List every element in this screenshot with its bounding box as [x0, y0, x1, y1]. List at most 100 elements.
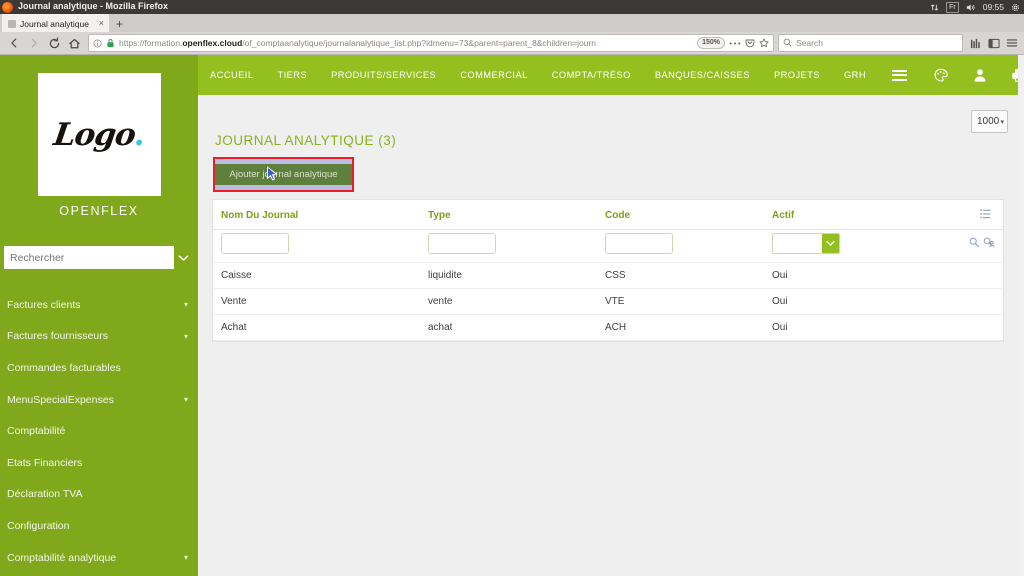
sidebar-brand: Logo. OPENFLEX [0, 55, 198, 218]
cell-code: ACH [597, 314, 764, 341]
search-icon[interactable] [969, 235, 980, 253]
hamburger-menu-icon[interactable] [878, 69, 921, 81]
sidebar-search[interactable] [4, 246, 192, 269]
filter-cell-nom [213, 229, 420, 263]
system-tray: Fr 09:55 [930, 0, 1020, 14]
address-bar[interactable]: https://formation.openflex.cloud/of_comp… [88, 34, 774, 52]
top-navigation: ACCUEIL TIERS PRODUITS/SERVICES COMMERCI… [198, 55, 1024, 95]
column-options-icon[interactable] [931, 200, 1003, 230]
page-actions-icon[interactable] [729, 41, 741, 46]
filter-actions-cell [931, 229, 1003, 263]
library-icon[interactable] [967, 33, 984, 53]
filter-select-actif[interactable] [772, 233, 840, 254]
network-icon[interactable] [930, 3, 939, 12]
journal-table: Nom Du Journal Type Code Actif Caisse li… [213, 200, 1003, 341]
column-header-actif[interactable]: Actif [764, 200, 931, 230]
volume-icon[interactable] [966, 3, 976, 12]
table-row[interactable]: Vente vente VTE Oui [213, 288, 1003, 315]
brand-name: OPENFLEX [59, 204, 139, 218]
logo-image: Logo. [51, 117, 147, 153]
clock[interactable]: 09:55 [983, 2, 1004, 12]
back-button[interactable] [4, 33, 24, 53]
per-page-select[interactable]: 1000 ▾ [971, 110, 1008, 133]
nav-item-commercial[interactable]: COMMERCIAL [448, 70, 540, 80]
page-info-icon[interactable] [93, 38, 102, 48]
cell-code: CSS [597, 262, 764, 289]
browser-search-bar[interactable]: Search [778, 34, 963, 52]
sidebar-item-label: MenuSpecialExpenses [7, 393, 114, 406]
new-tab-button[interactable]: + [109, 16, 130, 32]
nav-item-accueil[interactable]: ACCUEIL [198, 70, 265, 80]
sidebar-item-commandes-facturables[interactable]: Commandes facturables [0, 352, 198, 384]
search-person-icon[interactable] [983, 235, 995, 253]
app-menu-icon[interactable] [1003, 33, 1020, 53]
filter-input-code[interactable] [605, 233, 673, 254]
filter-cell-type [420, 229, 597, 263]
palette-icon[interactable] [921, 68, 961, 83]
sidebar-item-menuspecialexpenses[interactable]: MenuSpecialExpenses ▾ [0, 384, 198, 416]
chevron-down-icon: ▾ [1000, 118, 1004, 126]
chrome-right-buttons [963, 33, 1020, 53]
nav-item-grh[interactable]: GRH [832, 70, 878, 80]
lock-icon [106, 38, 115, 48]
logo-box: Logo. [37, 73, 161, 196]
gear-icon[interactable] [1011, 3, 1020, 12]
sidebar-item-comptabilite[interactable]: Comptabilité [0, 415, 198, 447]
cell-actif: Oui [764, 314, 931, 341]
page-scrollbar[interactable] [1018, 55, 1024, 576]
sidebar-item-label: Commandes facturables [7, 361, 121, 374]
sidebar-item-factures-clients[interactable]: Factures clients ▾ [0, 289, 198, 321]
url-text: https://formation.openflex.cloud/of_comp… [119, 38, 693, 48]
bookmark-star-icon[interactable] [759, 38, 769, 48]
sidebar-toggle-icon[interactable] [985, 33, 1002, 53]
cell-actions [931, 314, 1003, 341]
tab-strip: Journal analytique × + [0, 13, 1024, 32]
cell-actions [931, 262, 1003, 289]
sidebar-item-etats-financiers[interactable]: Etats Financiers [0, 447, 198, 479]
url-path: /of_comptaanalytique/journalanalytique_l… [242, 38, 597, 48]
sidebar-item-configuration[interactable]: Configuration [0, 510, 198, 542]
sidebar-item-declaration-tva[interactable]: Déclaration TVA [0, 479, 198, 511]
filter-input-type[interactable] [428, 233, 496, 254]
filter-cell-actif [764, 229, 931, 263]
sidebar-item-factures-fournisseurs[interactable]: Factures fournisseurs ▾ [0, 321, 198, 353]
tab-title: Journal analytique [20, 18, 89, 29]
zoom-level-badge[interactable]: 150% [697, 37, 725, 49]
filter-input-nom[interactable] [221, 233, 289, 254]
nav-item-banques-caisses[interactable]: BANQUES/CAISSES [643, 70, 762, 80]
sidebar-item-label: Configuration [7, 519, 70, 532]
sidebar-item-comptabilite-analytique[interactable]: Comptabilité analytique ▾ [0, 542, 198, 574]
sidebar-menu: Factures clients ▾ Factures fournisseurs… [0, 289, 198, 573]
nav-item-tiers[interactable]: TIERS [265, 70, 319, 80]
home-button[interactable] [64, 33, 84, 53]
pocket-icon[interactable] [745, 38, 755, 48]
browser-search-placeholder: Search [796, 38, 823, 48]
keyboard-layout-indicator[interactable]: Fr [946, 1, 959, 13]
sidebar-item-label: Factures fournisseurs [7, 330, 108, 343]
user-icon[interactable] [961, 68, 999, 83]
reload-button[interactable] [44, 33, 64, 53]
chevron-down-icon[interactable] [174, 246, 192, 269]
chevron-down-icon[interactable]: ▾ [184, 332, 188, 341]
table-row[interactable]: Achat achat ACH Oui [213, 314, 1003, 341]
chevron-down-icon[interactable]: ▾ [184, 553, 188, 562]
table-row[interactable]: Caisse liquidite CSS Oui [213, 262, 1003, 289]
column-header-type[interactable]: Type [420, 200, 597, 230]
filter-action-icons [969, 235, 995, 253]
page-title: JOURNAL ANALYTIQUE (3) [215, 133, 397, 148]
search-input[interactable] [4, 247, 174, 268]
column-header-nom[interactable]: Nom Du Journal [213, 200, 420, 230]
nav-item-produits-services[interactable]: PRODUITS/SERVICES [319, 70, 448, 80]
main-content: 1000 ▾ JOURNAL ANALYTIQUE (3) Ajouter jo… [198, 95, 1024, 576]
column-header-code[interactable]: Code [597, 200, 764, 230]
forward-button[interactable] [24, 33, 44, 53]
table-header-row: Nom Du Journal Type Code Actif [213, 200, 1003, 230]
chevron-down-icon[interactable]: ▾ [184, 395, 188, 404]
browser-tab[interactable]: Journal analytique × [2, 13, 109, 32]
nav-item-compta-treso[interactable]: COMPTA/TRÉSO [540, 70, 643, 80]
url-host: openflex.cloud [182, 38, 243, 48]
nav-item-projets[interactable]: PROJETS [762, 70, 832, 80]
app-sidebar: Logo. OPENFLEX Factures clients ▾ Factur… [0, 55, 198, 576]
tab-close-icon[interactable]: × [99, 19, 104, 28]
chevron-down-icon[interactable]: ▾ [184, 300, 188, 309]
